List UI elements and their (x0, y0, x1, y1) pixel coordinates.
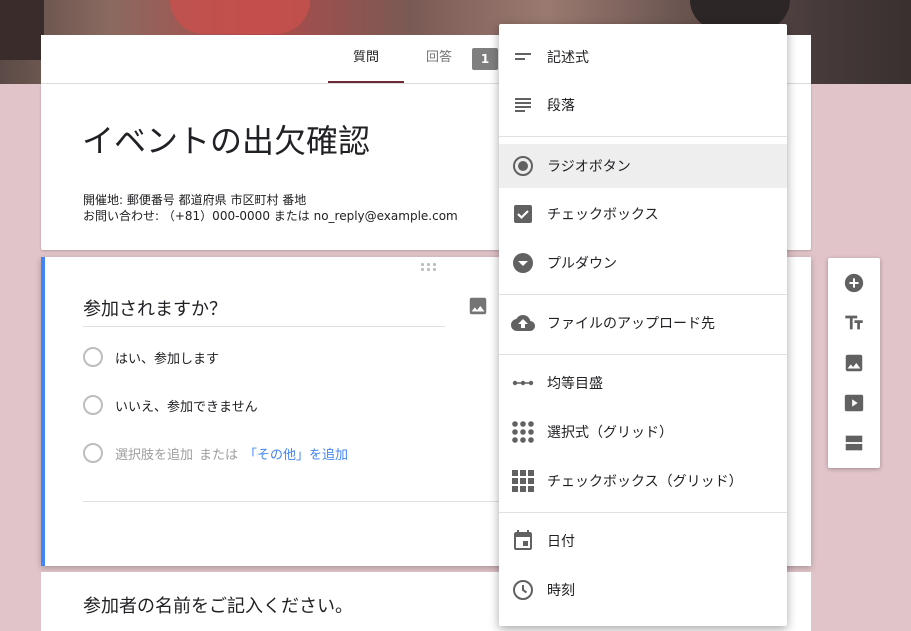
drag-handle-icon[interactable] (421, 263, 439, 273)
image-icon[interactable] (467, 295, 489, 317)
menu-item-dropdown[interactable]: プルダウン (499, 241, 787, 285)
option-label[interactable]: いいえ、参加できません (115, 396, 258, 415)
menu-item-label: 日付 (547, 534, 575, 550)
divider (499, 512, 787, 513)
question-title-input[interactable]: 参加されますか？ (83, 297, 445, 327)
menu-item-checkbox[interactable]: チェックボックス (499, 192, 787, 236)
menu-item-label: 選択式（グリッド） (547, 425, 673, 441)
radio-circle-icon (83, 395, 103, 415)
menu-item-linear-scale[interactable]: 均等目盛 (499, 361, 787, 405)
menu-item-label: 段落 (547, 98, 575, 114)
menu-item-label: 記述式 (547, 50, 589, 66)
radio-grid-icon (512, 421, 534, 443)
tab-responses[interactable]: 回答 (426, 35, 452, 83)
question-type-menu: 記述式 段落 ラジオボタン チェックボックス プルダウン ファイルのアップロード… (499, 24, 787, 626)
menu-item-label: 均等目盛 (547, 376, 603, 392)
menu-item-label: チェックボックス（グリッド） (547, 474, 743, 490)
cloud-upload-icon (511, 315, 535, 331)
menu-item-paragraph[interactable]: 段落 (499, 83, 787, 127)
option-label[interactable]: はい、参加します (115, 348, 219, 367)
radio-button-icon (513, 156, 533, 176)
option-item[interactable]: いいえ、参加できません (83, 394, 258, 416)
menu-item-radio-grid[interactable]: 選択式（グリッド） (499, 410, 787, 454)
menu-item-file-upload[interactable]: ファイルのアップロード先 (499, 301, 787, 345)
short-answer-icon (515, 53, 531, 60)
checkbox-grid-icon (512, 470, 534, 492)
menu-item-date[interactable]: 日付 (499, 519, 787, 563)
divider (499, 294, 787, 295)
form-description-line: お問い合わせ: （+81）000-0000 または no_reply@examp… (83, 209, 458, 223)
radio-circle-icon (83, 347, 103, 367)
menu-item-radio[interactable]: ラジオボタン (499, 144, 787, 188)
menu-item-short-answer[interactable]: 記述式 (499, 35, 787, 79)
add-section-icon[interactable] (843, 432, 865, 454)
menu-item-label: ファイルのアップロード先 (547, 316, 715, 332)
paragraph-icon (515, 98, 531, 112)
clock-icon (513, 580, 533, 600)
add-other-link[interactable]: 「その他」を追加 (244, 444, 348, 463)
menu-item-label: 時刻 (547, 583, 575, 599)
checkbox-icon (514, 205, 532, 223)
option-item[interactable]: はい、参加します (83, 346, 219, 368)
divider (499, 354, 787, 355)
menu-item-label: チェックボックス (547, 207, 659, 223)
dropdown-icon (513, 253, 533, 273)
form-description[interactable]: 開催地: 郵便番号 都道府県 市区町村 番地 お問い合わせ: （+81）000-… (83, 192, 458, 224)
menu-item-label: プルダウン (547, 256, 617, 272)
side-toolbar (828, 258, 880, 468)
add-option-row: 選択肢を追加 または 「その他」を追加 (83, 442, 348, 464)
add-question-icon[interactable] (843, 272, 865, 294)
menu-item-label: ラジオボタン (547, 159, 631, 175)
form-description-line: 開催地: 郵便番号 都道府県 市区町村 番地 (83, 193, 307, 207)
add-option-link[interactable]: 選択肢を追加 (115, 444, 193, 463)
or-text: または (199, 447, 239, 463)
question-title[interactable]: 参加者の名前をご記入ください。 (83, 592, 353, 618)
menu-item-checkbox-grid[interactable]: チェックボックス（グリッド） (499, 459, 787, 503)
add-image-icon[interactable] (843, 352, 865, 374)
radio-circle-icon (83, 443, 103, 463)
calendar-icon (514, 530, 532, 550)
add-video-icon[interactable] (843, 392, 865, 414)
add-title-icon[interactable] (843, 312, 865, 334)
menu-item-time[interactable]: 時刻 (499, 568, 787, 612)
response-count-badge: 1 (472, 48, 498, 70)
form-title[interactable]: イベントの出欠確認 (82, 116, 370, 162)
tab-questions[interactable]: 質問 (328, 35, 404, 83)
linear-scale-icon (512, 380, 534, 386)
divider (499, 136, 787, 137)
